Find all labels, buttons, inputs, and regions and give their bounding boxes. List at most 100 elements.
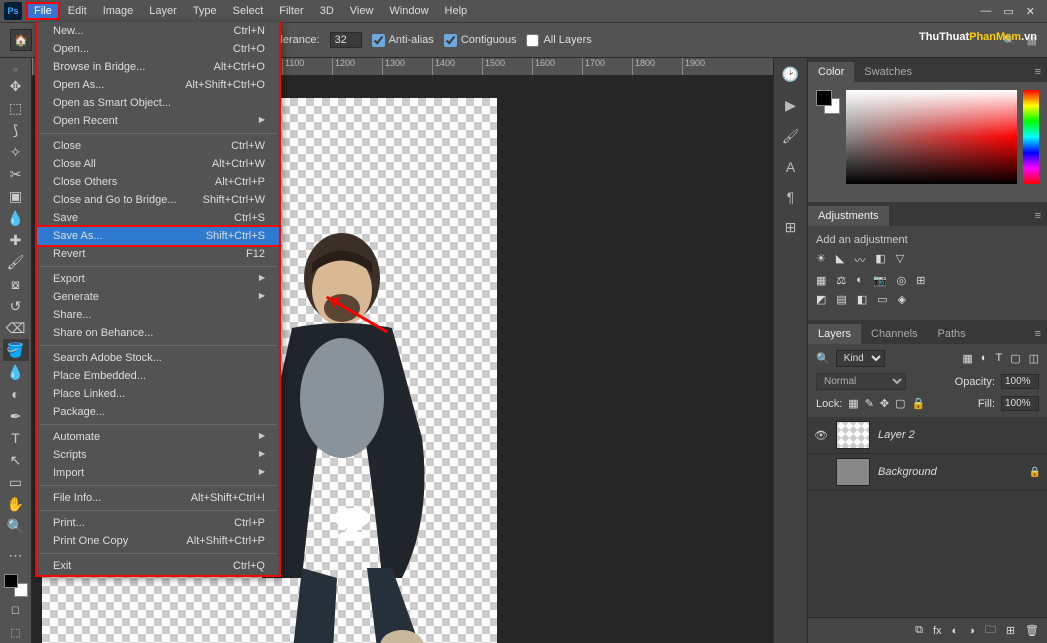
- maximize-icon[interactable]: ▭: [1003, 5, 1013, 18]
- filter-adjust-icon[interactable]: ◐: [981, 352, 988, 365]
- threshold-icon[interactable]: ◧: [857, 293, 867, 306]
- hue-bar[interactable]: [1023, 90, 1039, 184]
- channel-mixer-icon[interactable]: ◎: [897, 274, 907, 287]
- close-icon[interactable]: ✕: [1026, 5, 1035, 18]
- menu-filter[interactable]: Filter: [271, 2, 311, 20]
- balance-icon[interactable]: ⚖: [836, 274, 846, 287]
- layer-mask-icon[interactable]: ◐: [952, 625, 959, 637]
- menuitem-open-[interactable]: Open...Ctrl+O: [37, 40, 279, 58]
- levels-icon[interactable]: ◣: [836, 252, 844, 268]
- tool-zoom[interactable]: 🔍: [3, 515, 29, 537]
- lock-artboard-icon[interactable]: ▢: [895, 397, 905, 410]
- tool-lasso[interactable]: ⟆: [3, 119, 29, 141]
- tab-channels[interactable]: Channels: [861, 324, 927, 344]
- menuitem-share-on-behance-[interactable]: Share on Behance...: [37, 324, 279, 342]
- menuitem-revert[interactable]: RevertF12: [37, 245, 279, 263]
- panel-menu-icon[interactable]: ≡: [1029, 324, 1047, 344]
- menuitem-share-[interactable]: Share...: [37, 306, 279, 324]
- menuitem-import[interactable]: Import: [37, 464, 279, 482]
- selective-color-icon[interactable]: ◈: [898, 293, 906, 306]
- bw-icon[interactable]: ◐: [856, 274, 863, 287]
- menuitem-print-one-copy[interactable]: Print One CopyAlt+Shift+Ctrl+P: [37, 532, 279, 550]
- glyph-icon[interactable]: ⊞: [785, 219, 797, 236]
- filter-pixel-icon[interactable]: ▦: [962, 352, 972, 365]
- menuitem-open-as-smart-object-[interactable]: Open as Smart Object...: [37, 94, 279, 112]
- panel-menu-icon[interactable]: ≡: [1029, 62, 1047, 82]
- antialias-checkbox[interactable]: [372, 34, 385, 47]
- menuitem-open-as-[interactable]: Open As...Alt+Shift+Ctrl+O: [37, 76, 279, 94]
- lock-paint-icon[interactable]: ✎: [865, 397, 874, 410]
- color-swatches-tool[interactable]: [4, 574, 28, 598]
- menu-image[interactable]: Image: [95, 2, 142, 20]
- more-tools[interactable]: ⋯: [3, 545, 29, 567]
- curves-icon[interactable]: 〰: [854, 252, 865, 268]
- layer-row[interactable]: 👁 Layer 2: [808, 417, 1047, 454]
- filter-type-icon[interactable]: T: [995, 352, 1002, 365]
- layer-kind-select[interactable]: Kind: [836, 350, 885, 367]
- menuitem-exit[interactable]: ExitCtrl+Q: [37, 557, 279, 575]
- panel-menu-icon[interactable]: ≡: [1029, 206, 1047, 226]
- menu-help[interactable]: Help: [437, 2, 476, 20]
- hue-icon[interactable]: ▦: [816, 274, 826, 287]
- menu-view[interactable]: View: [342, 2, 382, 20]
- tool-bucket[interactable]: 🪣: [3, 339, 29, 361]
- tab-swatches[interactable]: Swatches: [854, 62, 922, 82]
- photo-filter-icon[interactable]: 📷: [873, 274, 887, 287]
- menuitem-new-[interactable]: New...Ctrl+N: [37, 22, 279, 40]
- tool-pen[interactable]: ✒: [3, 405, 29, 427]
- tool-magic-wand[interactable]: ✧: [3, 141, 29, 163]
- tool-dodge[interactable]: ◐: [3, 383, 29, 405]
- tab-layers[interactable]: Layers: [808, 324, 861, 344]
- lock-pixels-icon[interactable]: ▦: [848, 397, 858, 410]
- lock-all-icon[interactable]: 🔒: [912, 397, 926, 410]
- blend-mode-select[interactable]: Normal: [816, 373, 906, 390]
- tool-type[interactable]: T: [3, 427, 29, 449]
- menuitem-place-linked-[interactable]: Place Linked...: [37, 385, 279, 403]
- quickmask-icon[interactable]: ◻: [3, 598, 29, 620]
- delete-layer-icon[interactable]: 🗑: [1025, 624, 1039, 637]
- menu-window[interactable]: Window: [381, 2, 436, 20]
- lock-move-icon[interactable]: ✥: [880, 397, 889, 410]
- para-icon[interactable]: ¶: [787, 189, 795, 205]
- menuitem-scripts[interactable]: Scripts: [37, 446, 279, 464]
- layer-thumbnail[interactable]: [836, 458, 870, 486]
- menu-3d[interactable]: 3D: [312, 2, 342, 20]
- menu-select[interactable]: Select: [225, 2, 272, 20]
- minimize-icon[interactable]: —: [980, 5, 991, 18]
- tool-heal[interactable]: ✚: [3, 229, 29, 251]
- tool-frame[interactable]: ▣: [3, 185, 29, 207]
- menu-type[interactable]: Type: [185, 2, 225, 20]
- tool-stamp[interactable]: ⧇: [3, 273, 29, 295]
- fill-input[interactable]: [1001, 396, 1039, 411]
- tool-history-brush[interactable]: ↺: [3, 295, 29, 317]
- tab-paths[interactable]: Paths: [928, 324, 976, 344]
- menuitem-save-as-[interactable]: Save As...Shift+Ctrl+S: [35, 225, 281, 247]
- tool-path-select[interactable]: ↖: [3, 449, 29, 471]
- exposure-icon[interactable]: ◧: [875, 252, 885, 268]
- invert-icon[interactable]: ◩: [816, 293, 826, 306]
- menuitem-generate[interactable]: Generate: [37, 288, 279, 306]
- menu-layer[interactable]: Layer: [141, 2, 185, 20]
- menuitem-file-info-[interactable]: File Info...Alt+Shift+Ctrl+I: [37, 489, 279, 507]
- contiguous-checkbox[interactable]: [444, 34, 457, 47]
- tolerance-input[interactable]: [330, 32, 362, 48]
- menuitem-close-all[interactable]: Close AllAlt+Ctrl+W: [37, 155, 279, 173]
- color-spectrum[interactable]: [846, 90, 1017, 184]
- history-icon[interactable]: 🕑: [782, 66, 799, 83]
- foreground-background-swatch[interactable]: [816, 90, 840, 114]
- filter-shape-icon[interactable]: ▢: [1010, 352, 1020, 365]
- tool-crop[interactable]: ✂: [3, 163, 29, 185]
- alllayers-checkbox[interactable]: [526, 34, 539, 47]
- tab-color[interactable]: Color: [808, 62, 854, 82]
- home-icon[interactable]: 🏠: [10, 29, 32, 51]
- menuitem-export[interactable]: Export: [37, 270, 279, 288]
- menuitem-open-recent[interactable]: Open Recent: [37, 112, 279, 130]
- layer-row[interactable]: Background 🔒: [808, 454, 1047, 491]
- tool-brush[interactable]: 🖌: [3, 251, 29, 273]
- tool-rectangle[interactable]: ▭: [3, 471, 29, 493]
- tool-marquee[interactable]: ⬚: [3, 97, 29, 119]
- new-group-icon[interactable]: 🗀: [985, 621, 996, 640]
- link-layers-icon[interactable]: ⧉: [915, 624, 923, 637]
- tool-eyedropper[interactable]: 💧: [3, 207, 29, 229]
- tool-hand[interactable]: ✋: [3, 493, 29, 515]
